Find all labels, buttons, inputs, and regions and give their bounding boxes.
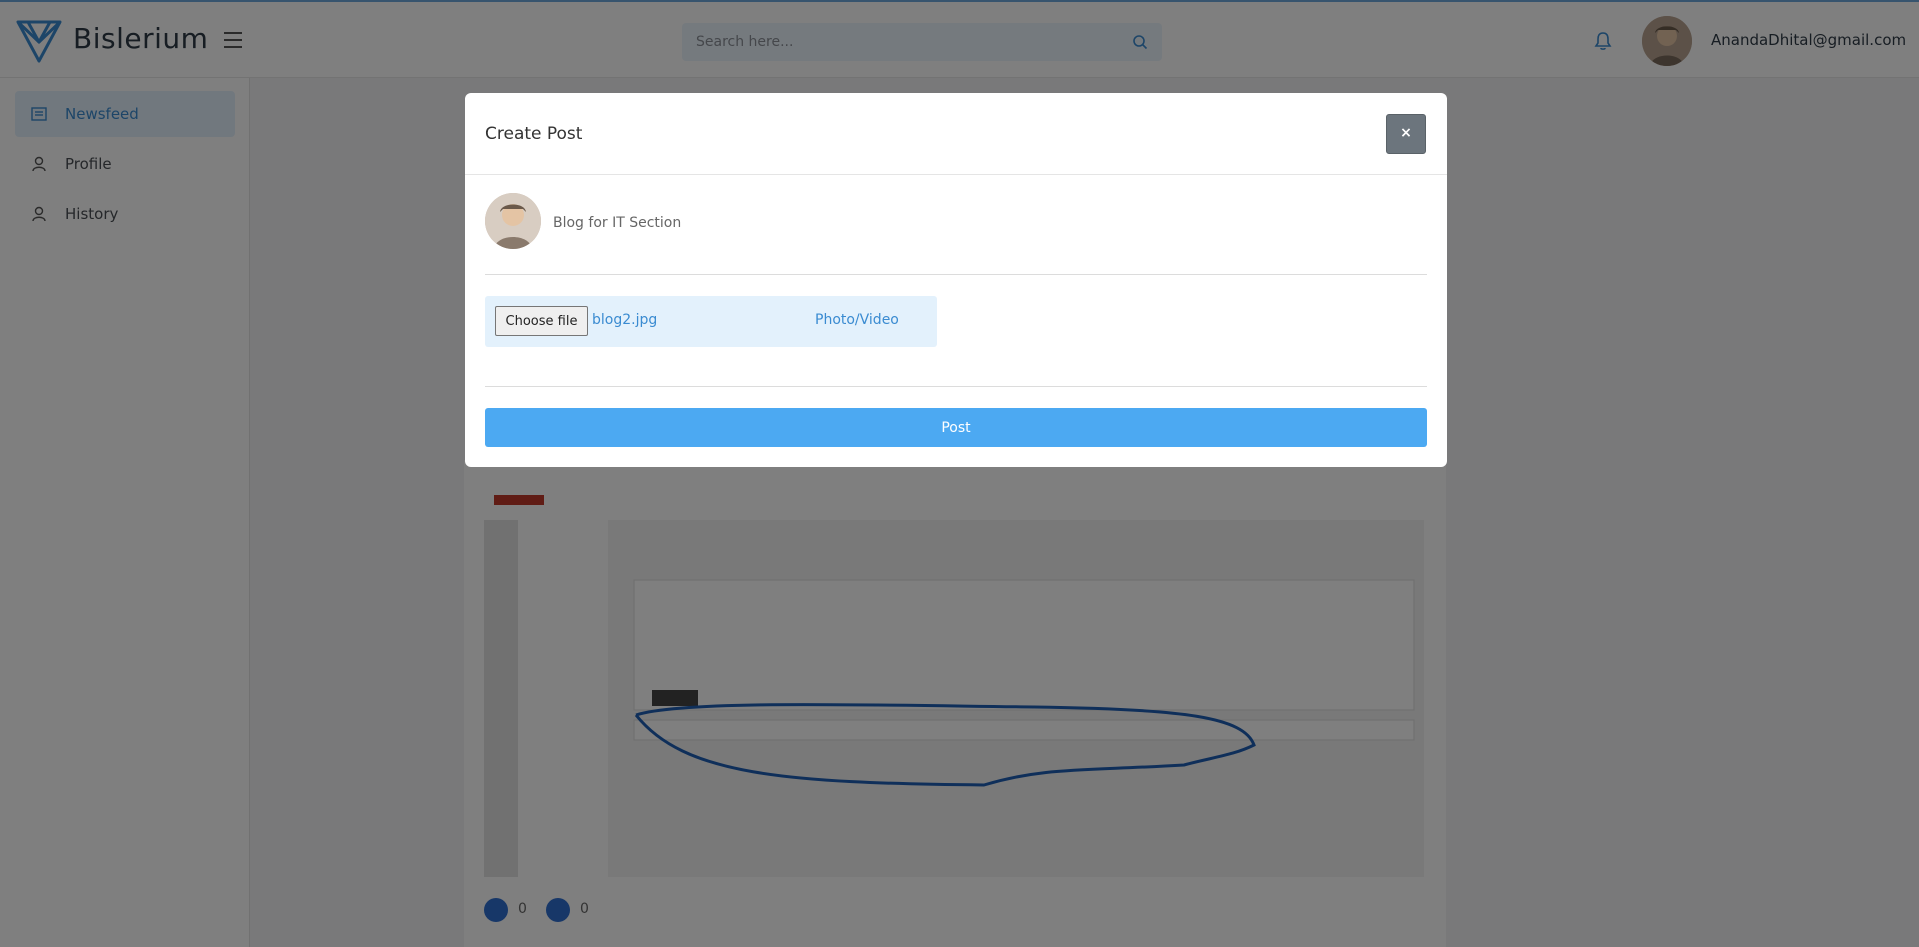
divider [485,386,1427,387]
selected-file-name: blog2.jpg [592,312,658,328]
file-upload-area[interactable]: Choose file blog2.jpg Photo/Video [485,296,937,347]
divider [485,274,1427,275]
post-text[interactable]: Blog for IT Section [553,215,681,231]
post-button[interactable]: Post [485,408,1427,447]
close-icon: × [1400,125,1412,141]
author-avatar [485,193,541,249]
close-button[interactable]: × [1386,114,1426,154]
choose-file-button[interactable]: Choose file [495,306,588,336]
modal-title: Create Post [485,124,583,144]
divider [465,174,1447,175]
create-post-modal: Create Post × Blog for IT Section Choose… [465,93,1447,467]
photo-video-label[interactable]: Photo/Video [815,312,899,328]
